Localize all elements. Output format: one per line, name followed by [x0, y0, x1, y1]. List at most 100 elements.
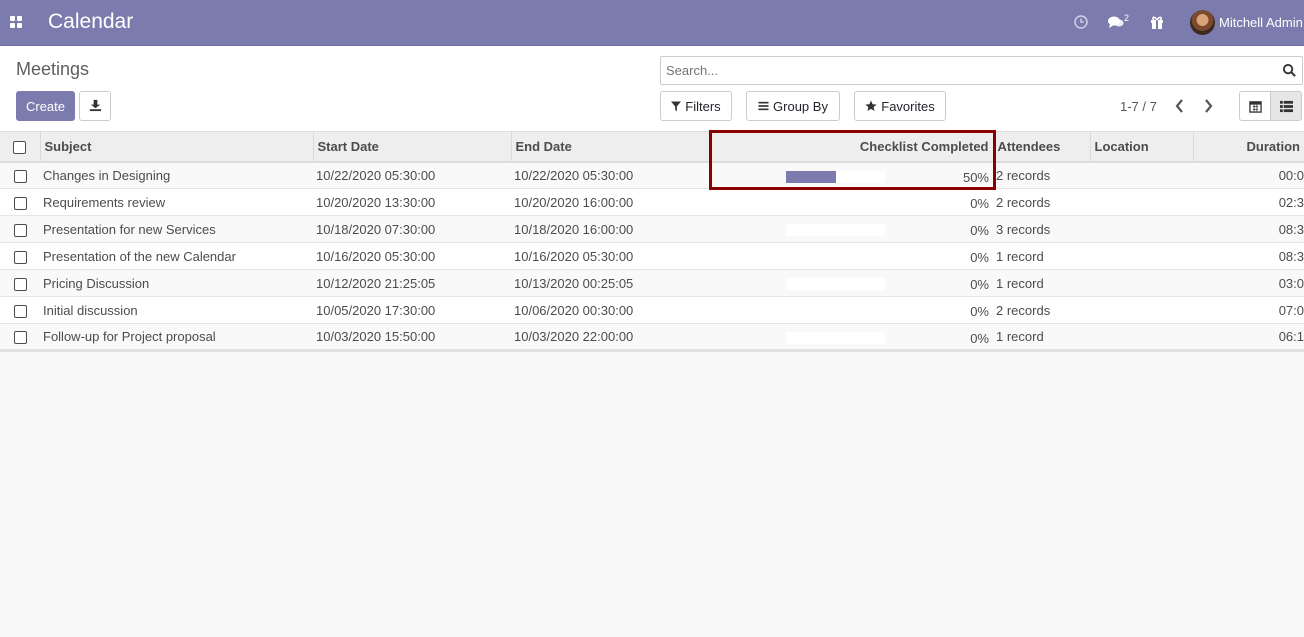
- cell-location[interactable]: [1090, 269, 1193, 297]
- header-checklist-completed[interactable]: Checklist Completed: [708, 131, 993, 163]
- cell-checklist-completed[interactable]: 0%: [709, 188, 993, 216]
- cell-end-date[interactable]: 10/06/2020 00:30:00: [511, 296, 709, 324]
- cell-end-date[interactable]: 10/20/2020 16:00:00: [511, 188, 709, 216]
- row-checkbox[interactable]: [13, 304, 27, 318]
- select-all-cell: [0, 131, 40, 163]
- table-row[interactable]: Pricing Discussion 10/12/2020 21:25:05 10/…: [0, 269, 1304, 297]
- cell-end-date[interactable]: 10/13/2020 00:25:05: [511, 269, 709, 297]
- cell-location[interactable]: [1090, 188, 1193, 216]
- cell-attendees[interactable]: 1 record: [993, 242, 1090, 270]
- cell-attendees[interactable]: 1 record: [993, 323, 1090, 352]
- row-select-cell: [0, 188, 40, 216]
- row-checkbox[interactable]: [13, 277, 27, 291]
- table-row[interactable]: Follow-up for Project proposal 10/03/2020…: [0, 323, 1304, 352]
- header-attendees[interactable]: Attendees: [992, 131, 1090, 163]
- row-select-cell: [0, 323, 40, 352]
- cell-subject[interactable]: Changes in Designing: [40, 161, 313, 189]
- user-avatar[interactable]: [1190, 10, 1215, 35]
- cell-subject[interactable]: Presentation for new Services: [40, 215, 313, 243]
- cell-checklist-completed[interactable]: 0%: [709, 323, 993, 352]
- cell-duration[interactable]: 03:0: [1193, 269, 1304, 297]
- cell-duration[interactable]: 00:0: [1193, 161, 1304, 189]
- apps-menu-icon[interactable]: [10, 16, 23, 29]
- select-all-checkbox[interactable]: [13, 140, 27, 154]
- cell-subject[interactable]: Requirements review: [40, 188, 313, 216]
- cell-checklist-completed[interactable]: 0%: [709, 242, 993, 270]
- header-subject[interactable]: Subject: [39, 131, 313, 163]
- list-view-button[interactable]: [1270, 91, 1302, 121]
- filters-button[interactable]: Filters: [660, 91, 732, 121]
- row-checkbox[interactable]: [13, 223, 27, 237]
- table-row[interactable]: Changes in Designing 10/22/2020 05:30:00 1…: [0, 161, 1304, 189]
- chevron-right-icon[interactable]: [1200, 97, 1216, 115]
- cell-duration[interactable]: 08:3: [1193, 215, 1304, 243]
- app-title[interactable]: Calendar: [48, 10, 133, 34]
- cell-location[interactable]: [1090, 323, 1193, 352]
- checklist-progress-value: 0%: [970, 250, 989, 265]
- cell-subject[interactable]: Presentation of the new Calendar: [40, 242, 313, 270]
- header-location[interactable]: Location: [1089, 131, 1193, 163]
- cell-subject[interactable]: Follow-up for Project proposal: [40, 323, 313, 352]
- checklist-progress-bar: [786, 224, 885, 236]
- cell-end-date[interactable]: 10/03/2020 22:00:00: [511, 323, 709, 352]
- chat-count-badge: 2: [1124, 13, 1130, 23]
- cell-checklist-completed[interactable]: 50%: [709, 161, 993, 189]
- header-duration[interactable]: Duration: [1192, 131, 1304, 163]
- pager-value[interactable]: 1-7 / 7: [1120, 99, 1157, 114]
- cell-subject[interactable]: Pricing Discussion: [40, 269, 313, 297]
- row-checkbox[interactable]: [13, 250, 27, 264]
- header-start-date[interactable]: Start Date: [312, 131, 511, 163]
- cell-attendees[interactable]: 1 record: [993, 269, 1090, 297]
- cell-attendees[interactable]: 2 records: [993, 188, 1090, 216]
- table-row[interactable]: Requirements review 10/20/2020 13:30:00 10…: [0, 188, 1304, 216]
- cell-start-date[interactable]: 10/18/2020 07:30:00: [313, 215, 511, 243]
- cell-attendees[interactable]: 2 records: [993, 161, 1090, 189]
- cell-duration[interactable]: 06:1: [1193, 323, 1304, 352]
- cell-start-date[interactable]: 10/20/2020 13:30:00: [313, 188, 511, 216]
- top-navbar: Calendar 2 Mitchell Admin: [0, 0, 1304, 46]
- cell-start-date[interactable]: 10/16/2020 05:30:00: [313, 242, 511, 270]
- chat-icon[interactable]: [1107, 13, 1125, 31]
- create-button[interactable]: Create: [16, 91, 75, 121]
- cell-end-date[interactable]: 10/16/2020 05:30:00: [511, 242, 709, 270]
- row-checkbox[interactable]: [13, 331, 27, 345]
- row-checkbox[interactable]: [13, 196, 27, 210]
- cell-duration[interactable]: 08:3: [1193, 242, 1304, 270]
- cell-subject[interactable]: Initial discussion: [40, 296, 313, 324]
- cell-end-date[interactable]: 10/22/2020 05:30:00: [511, 161, 709, 189]
- search-icon[interactable]: [1282, 63, 1297, 78]
- table-row[interactable]: Presentation for new Services 10/18/2020 …: [0, 215, 1304, 243]
- cell-start-date[interactable]: 10/22/2020 05:30:00: [313, 161, 511, 189]
- checklist-progress-fill: [786, 170, 836, 183]
- cell-location[interactable]: [1090, 161, 1193, 189]
- cell-location[interactable]: [1090, 242, 1193, 270]
- cell-duration[interactable]: 07:0: [1193, 296, 1304, 324]
- header-end-date[interactable]: End Date: [510, 131, 709, 163]
- cell-attendees[interactable]: 2 records: [993, 296, 1090, 324]
- cell-start-date[interactable]: 10/05/2020 17:30:00: [313, 296, 511, 324]
- cell-start-date[interactable]: 10/12/2020 21:25:05: [313, 269, 511, 297]
- cell-checklist-completed[interactable]: 0%: [709, 215, 993, 243]
- favorites-button[interactable]: Favorites: [854, 91, 946, 121]
- cell-end-date[interactable]: 10/18/2020 16:00:00: [511, 215, 709, 243]
- calendar-view-button[interactable]: [1239, 91, 1271, 121]
- cell-location[interactable]: [1090, 215, 1193, 243]
- cell-checklist-completed[interactable]: 0%: [709, 296, 993, 324]
- clock-icon[interactable]: [1073, 13, 1091, 31]
- cell-start-date[interactable]: 10/03/2020 15:50:00: [313, 323, 511, 352]
- group-by-button[interactable]: Group By: [746, 91, 840, 121]
- table-row[interactable]: Presentation of the new Calendar 10/16/20…: [0, 242, 1304, 270]
- cell-location[interactable]: [1090, 296, 1193, 324]
- gift-icon[interactable]: [1149, 13, 1167, 31]
- table-header-row: Subject Start Date End Date Checklist Co…: [0, 131, 1304, 163]
- cell-duration[interactable]: 02:3: [1193, 188, 1304, 216]
- download-button[interactable]: [79, 91, 111, 121]
- search-input[interactable]: [666, 63, 1266, 78]
- cell-checklist-completed[interactable]: 0%: [709, 269, 993, 297]
- cell-attendees[interactable]: 3 records: [993, 215, 1090, 243]
- row-checkbox[interactable]: [13, 169, 27, 183]
- table-row[interactable]: Initial discussion 10/05/2020 17:30:00 10/…: [0, 296, 1304, 324]
- chevron-left-icon[interactable]: [1172, 97, 1188, 115]
- user-name[interactable]: Mitchell Admin: [1219, 15, 1303, 30]
- search-box[interactable]: [660, 56, 1303, 85]
